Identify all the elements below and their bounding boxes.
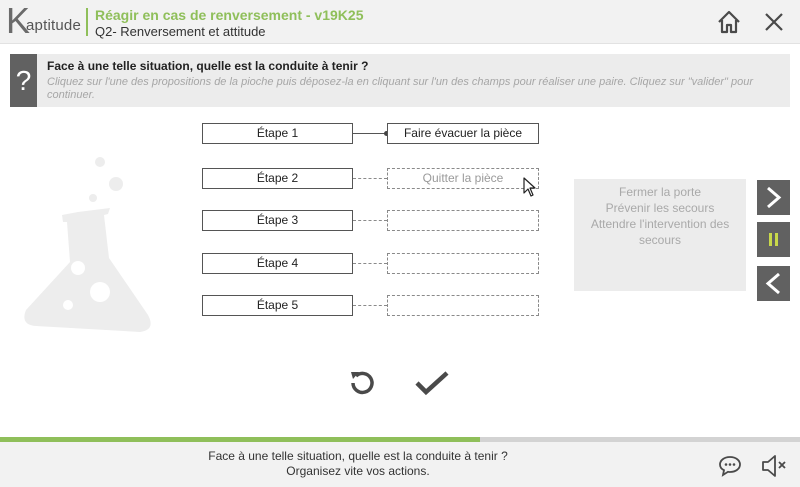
step-label-1: Étape 1 bbox=[202, 123, 353, 144]
sound-button[interactable] bbox=[760, 454, 788, 478]
chat-icon bbox=[719, 456, 741, 477]
mouse-cursor-icon bbox=[523, 177, 536, 197]
step-connector-4 bbox=[353, 263, 387, 264]
validate-button[interactable] bbox=[414, 370, 450, 396]
logo-text: aptitude bbox=[26, 17, 81, 34]
step-connector-1 bbox=[353, 133, 387, 134]
step-label-4: Étape 4 bbox=[202, 253, 353, 274]
question-mark-icon: ? bbox=[10, 54, 37, 107]
answer-slot-5[interactable] bbox=[387, 295, 539, 316]
module-title: Réagir en cas de renversement - v19K25 bbox=[95, 7, 364, 23]
step-connector-5 bbox=[353, 305, 387, 306]
header-bar: K aptitude Réagir en cas de renversement… bbox=[0, 0, 800, 44]
chat-button[interactable] bbox=[718, 455, 742, 477]
close-icon bbox=[765, 13, 783, 31]
question-banner: ? Face à une telle situation, quelle est… bbox=[10, 54, 790, 107]
checkmark-icon bbox=[415, 371, 449, 396]
answer-slot-1[interactable]: Faire évacuer la pièce bbox=[387, 123, 539, 144]
kaptitude-logo: K aptitude bbox=[6, 3, 81, 39]
step-connector-2 bbox=[353, 178, 387, 179]
header-divider bbox=[86, 8, 88, 36]
footer-line-2: Organisez vite vos actions. bbox=[286, 464, 430, 478]
question-title: Face à une telle situation, quelle est l… bbox=[47, 59, 369, 73]
answer-slot-2[interactable]: Quitter la pièce bbox=[387, 168, 539, 189]
footer-bar: Face à une telle situation, quelle est l… bbox=[0, 442, 800, 487]
step-label-2: Étape 2 bbox=[202, 168, 353, 189]
module-subtitle: Q2- Renversement et attitude bbox=[95, 24, 266, 39]
step-label-3: Étape 3 bbox=[202, 210, 353, 231]
pause-icon bbox=[769, 233, 778, 246]
step-connector-3 bbox=[353, 220, 387, 221]
flask-icon bbox=[24, 157, 151, 332]
question-instruction: Cliquez sur l'une des propositions de la… bbox=[47, 76, 754, 101]
chevron-right-icon bbox=[767, 186, 782, 209]
chevron-left-icon bbox=[765, 272, 780, 295]
reset-icon bbox=[351, 371, 374, 395]
close-button[interactable] bbox=[762, 10, 786, 34]
next-button[interactable] bbox=[757, 180, 790, 215]
answer-slot-3[interactable] bbox=[387, 210, 539, 231]
proposal-item[interactable]: Fermer la porte bbox=[574, 184, 746, 200]
home-button[interactable] bbox=[716, 9, 742, 35]
reset-button[interactable] bbox=[348, 368, 376, 396]
home-icon bbox=[718, 10, 740, 34]
proposal-item[interactable]: Prévenir les secours bbox=[574, 200, 746, 216]
footer-message: Face à une telle situation, quelle est l… bbox=[150, 449, 566, 479]
answer-slot-4[interactable] bbox=[387, 253, 539, 274]
pause-button[interactable] bbox=[757, 222, 790, 257]
sound-icon bbox=[762, 455, 786, 477]
step-label-5: Étape 5 bbox=[202, 295, 353, 316]
footer-line-1: Face à une telle situation, quelle est l… bbox=[208, 449, 508, 463]
proposals-pile: Fermer la porte Prévenir les secours Att… bbox=[574, 179, 746, 291]
proposal-item[interactable]: Attendre l'intervention des secours bbox=[574, 216, 746, 248]
previous-button[interactable] bbox=[757, 266, 790, 301]
